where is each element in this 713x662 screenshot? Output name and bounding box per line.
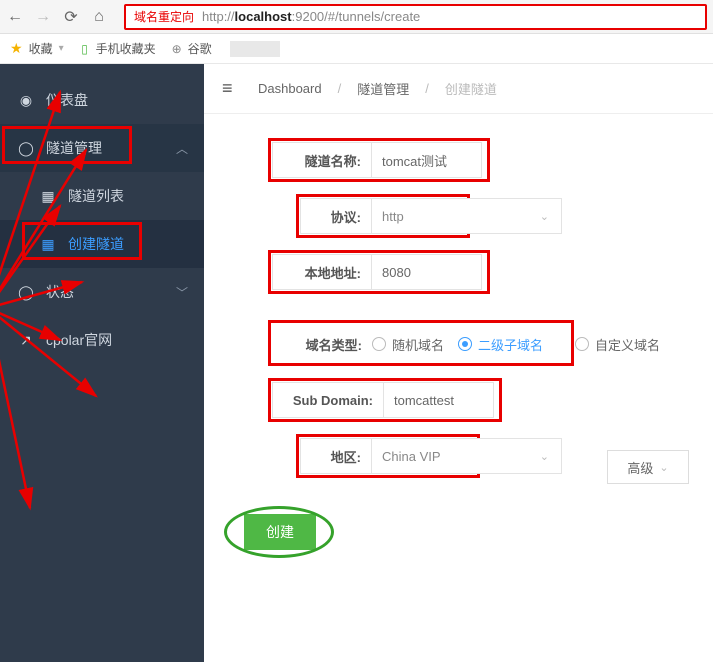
- favorites-button[interactable]: ★ 收藏 ▾: [10, 40, 64, 57]
- status-icon: ◯: [18, 284, 34, 300]
- address-bar[interactable]: 域名重定向 http://localhost:9200/#/tunnels/cr…: [124, 4, 707, 30]
- app-container: ◉ 仪表盘 ◯ 隧道管理 ︿ ▦ 隧道列表 ▦ 创建隧道 ◯ 状态 ﹀ ↗ cp…: [0, 64, 713, 662]
- radio-icon: [372, 337, 386, 351]
- row-local-addr: 本地地址:: [272, 254, 713, 290]
- sidebar-item-tunnel-create[interactable]: ▦ 创建隧道: [0, 220, 204, 268]
- topbar: ≡ Dashboard / 隧道管理 / 创建隧道: [204, 64, 713, 114]
- sidebar-item-cpolar-site[interactable]: ↗ cpolar官网: [0, 316, 204, 364]
- bookmark-bar: ★ 收藏 ▾ ▯ 手机收藏夹 ⊕ 谷歌: [0, 34, 713, 64]
- tunnel-name-label: 隧道名称:: [272, 142, 372, 178]
- radio-sub-label: 二级子域名: [478, 335, 543, 354]
- favorites-label: 收藏: [29, 40, 53, 57]
- redirect-label: 域名重定向: [134, 8, 194, 25]
- sidebar-tunnel-mgmt-label: 隧道管理: [46, 138, 102, 158]
- sidebar-item-dashboard[interactable]: ◉ 仪表盘: [0, 76, 204, 124]
- menu-toggle-icon[interactable]: ≡: [222, 78, 242, 99]
- sidebar-item-tunnel-list[interactable]: ▦ 隧道列表: [0, 172, 204, 220]
- home-button[interactable]: ⌂: [90, 8, 108, 26]
- radio-custom-domain[interactable]: 自定义域名: [575, 335, 660, 354]
- sidebar: ◉ 仪表盘 ◯ 隧道管理 ︿ ▦ 隧道列表 ▦ 创建隧道 ◯ 状态 ﹀ ↗ cp…: [0, 64, 204, 662]
- sidebar-tunnel-create-label: 创建隧道: [68, 234, 124, 254]
- sidebar-item-status[interactable]: ◯ 状态 ﹀: [0, 268, 204, 316]
- sidebar-cpolar-label: cpolar官网: [46, 330, 112, 350]
- breadcrumb-tunnel-mgmt[interactable]: 隧道管理: [357, 79, 409, 98]
- blurred-bookmark: [230, 41, 280, 57]
- region-label: 地区:: [300, 438, 372, 474]
- breadcrumb-sep: /: [338, 81, 342, 96]
- local-addr-input[interactable]: [372, 254, 482, 290]
- form-area: 隧道名称: 协议: http ⌄ 本地地址: 域名类型: [204, 114, 713, 570]
- protocol-label: 协议:: [300, 198, 372, 234]
- globe-icon: ⊕: [170, 42, 184, 56]
- url-text: http://localhost:9200/#/tunnels/create: [202, 9, 420, 24]
- region-value: China VIP: [382, 449, 441, 464]
- chevron-down-icon: ﹀: [176, 284, 188, 301]
- chevron-down-icon: ⌄: [659, 461, 668, 474]
- create-button[interactable]: 创建: [244, 514, 316, 550]
- radio-random-domain[interactable]: 随机域名: [372, 335, 444, 354]
- circle-icon: ◯: [18, 140, 34, 156]
- domain-type-label: 域名类型:: [272, 326, 372, 362]
- radio-icon: [458, 337, 472, 351]
- row-subdomain: Sub Domain:: [272, 382, 713, 418]
- region-select[interactable]: China VIP ⌄: [372, 438, 562, 474]
- radio-random-label: 随机域名: [392, 335, 444, 354]
- main-content: ≡ Dashboard / 隧道管理 / 创建隧道 隧道名称: 协议: http…: [204, 64, 713, 662]
- star-icon: ★: [10, 40, 23, 57]
- browser-nav-bar: ← → ⟳ ⌂ 域名重定向 http://localhost:9200/#/tu…: [0, 0, 713, 34]
- mobile-fav-label: 手机收藏夹: [96, 40, 156, 57]
- advanced-label: 高级: [627, 458, 653, 477]
- reload-button[interactable]: ⟳: [62, 8, 80, 26]
- subdomain-label: Sub Domain:: [272, 382, 384, 418]
- list-icon: ▦: [40, 188, 56, 204]
- advanced-button[interactable]: 高级 ⌄: [607, 450, 689, 484]
- protocol-select[interactable]: http ⌄: [372, 198, 562, 234]
- sidebar-dashboard-label: 仪表盘: [46, 90, 88, 110]
- back-button[interactable]: ←: [6, 8, 24, 26]
- sidebar-tunnel-list-label: 隧道列表: [68, 186, 124, 206]
- radio-custom-label: 自定义域名: [595, 335, 660, 354]
- chevron-down-icon: ⌄: [540, 210, 549, 223]
- tunnel-name-input[interactable]: [372, 142, 482, 178]
- local-addr-label: 本地地址:: [272, 254, 372, 290]
- sidebar-item-tunnel-mgmt[interactable]: ◯ 隧道管理 ︿: [0, 124, 204, 172]
- radio-sub-domain[interactable]: 二级子域名: [458, 335, 543, 354]
- chevron-up-icon: ︿: [176, 140, 188, 157]
- subdomain-input[interactable]: [384, 382, 494, 418]
- grid-icon: ▦: [40, 236, 56, 252]
- chevron-down-icon: ⌄: [540, 450, 549, 463]
- google-label: 谷歌: [188, 40, 212, 57]
- sidebar-status-label: 状态: [46, 282, 74, 302]
- protocol-value: http: [382, 209, 404, 224]
- mobile-icon: ▯: [78, 42, 92, 56]
- row-submit: 创建: [244, 514, 713, 550]
- breadcrumb-sep: /: [425, 81, 429, 96]
- row-protocol: 协议: http ⌄: [272, 198, 713, 234]
- row-tunnel-name: 隧道名称:: [272, 142, 713, 178]
- breadcrumb-dashboard[interactable]: Dashboard: [258, 81, 322, 96]
- breadcrumb-tunnel-create: 创建隧道: [445, 79, 497, 98]
- mobile-favorites[interactable]: ▯ 手机收藏夹: [78, 40, 156, 57]
- gauge-icon: ◉: [18, 92, 34, 108]
- external-link-icon: ↗: [18, 332, 34, 348]
- forward-button[interactable]: →: [34, 8, 52, 26]
- radio-icon: [575, 337, 589, 351]
- row-domain-type: 域名类型: 随机域名 二级子域名 自定义域名: [272, 326, 713, 362]
- google-bookmark[interactable]: ⊕ 谷歌: [170, 40, 212, 57]
